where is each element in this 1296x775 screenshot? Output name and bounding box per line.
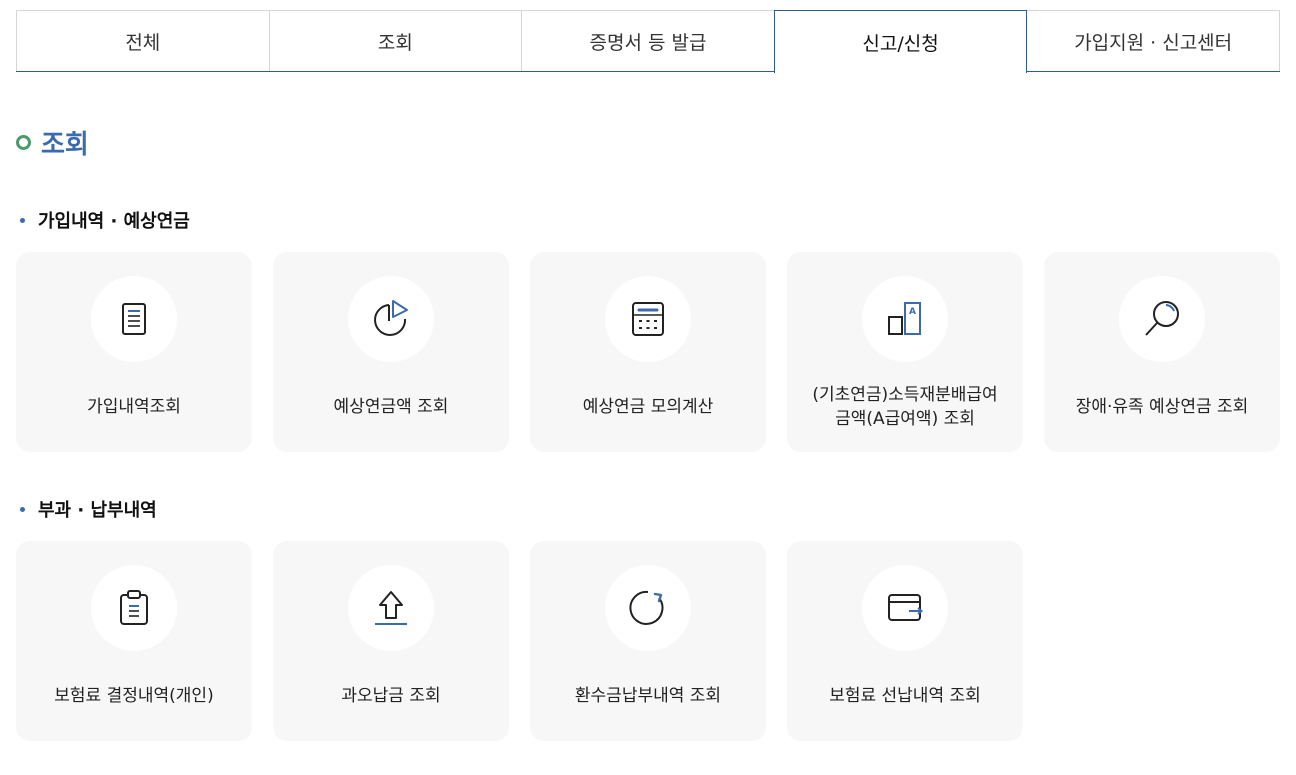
- card-label: 과오납금 조회: [341, 686, 441, 706]
- calculator-icon: [632, 302, 664, 336]
- card-premium-decision[interactable]: 보험료 결정내역(개인): [16, 541, 252, 741]
- page-title-text: 조회: [41, 130, 89, 160]
- card-overpayment[interactable]: 과오납금 조회: [273, 541, 509, 741]
- icon-circle: [605, 276, 691, 362]
- category-tabs: 전체 조회 증명서 등 발급 신고/신청 가입지원 · 신고센터: [16, 10, 1280, 73]
- card-label: 보험료 결정내역(개인): [54, 686, 214, 706]
- card-prepayment[interactable]: 보험료 선납내역 조회: [787, 541, 1023, 741]
- card-label: (기초연금)소득재분배급여 금액(A급여액) 조회: [812, 385, 998, 429]
- tab-report-apply[interactable]: 신고/신청: [773, 10, 1028, 73]
- dot-bullet-icon: [20, 217, 25, 223]
- card-grid-subscription: 가입내역조회 예상연금액 조회 예상연금 모의계산 A (기초연금)소득재분배급…: [16, 252, 1280, 452]
- card-grid-billing: 보험료 결정내역(개인) 과오납금 조회 환수금납부내역 조회 보험료 선납내역…: [16, 541, 1023, 741]
- tab-inquiry[interactable]: 조회: [268, 11, 522, 71]
- page-title: 조회: [16, 124, 89, 161]
- icon-circle: [348, 565, 434, 651]
- card-disability-survivor[interactable]: 장애·유족 예상연금 조회: [1044, 252, 1280, 452]
- icon-circle: [605, 565, 691, 651]
- svg-text:A: A: [909, 307, 916, 317]
- pie-chart-icon: [374, 300, 408, 336]
- tab-all[interactable]: 전체: [16, 11, 269, 71]
- document-icon: [122, 303, 146, 335]
- card-label: 보험료 선납내역 조회: [829, 686, 981, 706]
- icon-circle: [348, 276, 434, 362]
- card-label: 예상연금 모의계산: [582, 397, 714, 417]
- card-income-redistribution[interactable]: A (기초연금)소득재분배급여 금액(A급여액) 조회: [787, 252, 1023, 452]
- card-label: 가입내역조회: [87, 397, 181, 417]
- tab-support-center[interactable]: 가입지원 · 신고센터: [1027, 11, 1280, 71]
- icon-circle: [91, 565, 177, 651]
- refresh-icon: [629, 590, 664, 625]
- ring-bullet-icon: [16, 135, 31, 150]
- card-label: 예상연금액 조회: [333, 397, 449, 417]
- clipboard-icon: [120, 590, 148, 625]
- section-heading-subscription: 가입내역 · 예상연금: [20, 207, 190, 233]
- icon-circle: [91, 276, 177, 362]
- icon-circle: A: [862, 276, 948, 362]
- card-label: 장애·유족 예상연금 조회: [1075, 397, 1249, 417]
- wallet-icon: [888, 594, 924, 621]
- section-heading-text: 부과 · 납부내역: [38, 500, 157, 521]
- upload-arrow-icon: [375, 591, 407, 625]
- card-refund-payment[interactable]: 환수금납부내역 조회: [530, 541, 766, 741]
- icon-circle: [1119, 276, 1205, 362]
- card-pension-calculator[interactable]: 예상연금 모의계산: [530, 252, 766, 452]
- tab-certificate[interactable]: 증명서 등 발급: [521, 11, 774, 71]
- card-subscription-history[interactable]: 가입내역조회: [16, 252, 252, 452]
- bar-a-icon: A: [888, 302, 921, 335]
- section-heading-text: 가입내역 · 예상연금: [38, 211, 190, 232]
- card-label: 환수금납부내역 조회: [574, 686, 722, 706]
- card-expected-pension[interactable]: 예상연금액 조회: [273, 252, 509, 452]
- dot-bullet-icon: [20, 506, 25, 512]
- section-heading-billing: 부과 · 납부내역: [20, 496, 157, 522]
- icon-circle: [862, 565, 948, 651]
- search-icon: [1145, 301, 1179, 336]
